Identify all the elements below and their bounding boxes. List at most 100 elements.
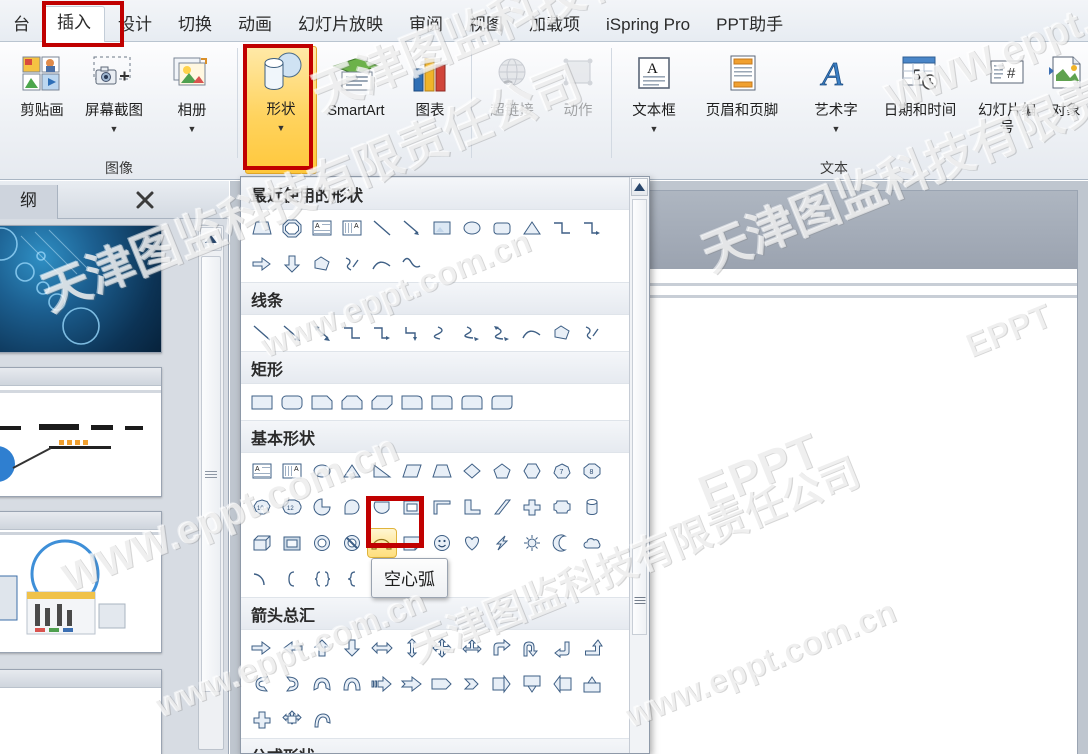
shape-folded-corner[interactable] xyxy=(397,528,427,558)
shape-quad-arrow-callout[interactable] xyxy=(277,705,307,735)
shape-scribble[interactable] xyxy=(337,249,367,279)
shape-diamond[interactable] xyxy=(457,456,487,486)
date-time-button[interactable]: 5 日期和时间 xyxy=(868,48,972,120)
shape-vertical-text-box[interactable]: A xyxy=(277,456,307,486)
shape-up-arrow[interactable] xyxy=(307,633,337,663)
shape-no-symbol[interactable] xyxy=(337,528,367,558)
shape-left-bracket[interactable] xyxy=(277,564,307,594)
shape-curved-up-arrow[interactable] xyxy=(307,669,337,699)
slide-thumbnail[interactable] xyxy=(0,367,162,497)
shape-teardrop[interactable] xyxy=(337,492,367,522)
chevron-down-icon[interactable]: ▼ xyxy=(246,123,316,134)
scrollbar-thumb[interactable] xyxy=(201,256,221,692)
shape-right-triangle[interactable] xyxy=(367,456,397,486)
shape-curved-connector[interactable] xyxy=(427,318,457,348)
shape-circular-arrow[interactable] xyxy=(307,705,337,735)
shape-freeform[interactable] xyxy=(547,318,577,348)
shape-pentagon[interactable] xyxy=(487,456,517,486)
shape-line-arrow[interactable] xyxy=(277,318,307,348)
slide-thumbnail[interactable] xyxy=(0,669,162,754)
slide-number-button[interactable]: # 幻灯片编号 xyxy=(976,48,1038,137)
chart-button[interactable]: 图表 xyxy=(394,48,466,120)
shape-rounded-rectangle[interactable] xyxy=(277,387,307,417)
shape-curved-right-arrow[interactable] xyxy=(277,669,307,699)
shape-curved-down-arrow[interactable] xyxy=(337,669,367,699)
shape-curved-double-arrow-connector[interactable] xyxy=(487,318,517,348)
shape-pie[interactable] xyxy=(307,492,337,522)
screenshot-button[interactable]: 屏幕截图 ▼ xyxy=(78,48,150,135)
tab-view[interactable]: 视图 xyxy=(456,9,516,44)
chevron-down-icon[interactable]: ▼ xyxy=(78,124,150,135)
shape-rounded-rect[interactable] xyxy=(487,213,517,243)
shape-right-arrow-callout[interactable] xyxy=(487,669,517,699)
shape-scribble[interactable] xyxy=(577,318,607,348)
shape-chord[interactable] xyxy=(367,492,397,522)
shape-round-diagonal-corner-rectangle[interactable] xyxy=(487,387,517,417)
textbox-button[interactable]: A 文本框 ▼ xyxy=(618,48,690,135)
shape-cube[interactable] xyxy=(247,528,277,558)
shape-elbow-double-arrow[interactable] xyxy=(397,318,427,348)
shape-curve[interactable] xyxy=(517,318,547,348)
outline-tab[interactable]: 纲 xyxy=(0,185,58,219)
shape-block-arc[interactable] xyxy=(367,528,397,558)
shape-vertical-text-box[interactable]: A xyxy=(337,213,367,243)
shape-half-frame[interactable] xyxy=(427,492,457,522)
shape-line[interactable] xyxy=(367,213,397,243)
tab-ppt-helper[interactable]: PPT助手 xyxy=(703,9,796,44)
shape-cylinder[interactable] xyxy=(577,492,607,522)
shape-snip-and-round-single-corner-rectangle[interactable] xyxy=(397,387,427,417)
shape-parallelogram[interactable] xyxy=(397,456,427,486)
shape-octagon[interactable]: 8 xyxy=(577,456,607,486)
shape-line-double-arrow[interactable] xyxy=(307,318,337,348)
shape-moon[interactable] xyxy=(547,528,577,558)
shape-diagonal-stripe[interactable] xyxy=(487,492,517,522)
smartart-button[interactable]: SmartArt xyxy=(320,48,392,120)
shape-double-brace[interactable] xyxy=(307,564,337,594)
shape-chevron[interactable] xyxy=(457,669,487,699)
header-footer-button[interactable]: 页眉和页脚 xyxy=(690,48,794,120)
shape-left-arrow[interactable] xyxy=(277,633,307,663)
shape-text-box-a[interactable]: A xyxy=(307,213,337,243)
shape-left-right-arrow[interactable] xyxy=(367,633,397,663)
gallery-scrollbar[interactable] xyxy=(629,177,649,753)
shape-octagon-ring[interactable] xyxy=(277,213,307,243)
shape-arc[interactable] xyxy=(247,564,277,594)
shape-pentagon-arrow[interactable] xyxy=(427,669,457,699)
shape-dodecagon[interactable]: 12 xyxy=(277,492,307,522)
action-button[interactable]: 动作 xyxy=(542,48,614,120)
shape-up-down-arrow[interactable] xyxy=(397,633,427,663)
shape-trapezoid[interactable] xyxy=(427,456,457,486)
tab-transitions[interactable]: 切换 xyxy=(165,9,225,44)
shape-snip-diagonal-corner-rectangle[interactable] xyxy=(367,387,397,417)
tab-ispring-pro[interactable]: iSpring Pro xyxy=(593,9,703,44)
shape-frame[interactable] xyxy=(397,492,427,522)
close-pane-button[interactable] xyxy=(123,185,167,215)
shape-heart[interactable] xyxy=(457,528,487,558)
shape-left-brace[interactable] xyxy=(337,564,367,594)
shape-bent-up-arrow[interactable] xyxy=(577,633,607,663)
scroll-up-button[interactable] xyxy=(200,227,222,251)
photo-album-button[interactable]: 相册 ▼ xyxy=(156,48,228,135)
chevron-down-icon[interactable]: ▼ xyxy=(156,124,228,135)
shape-striped-right-arrow[interactable] xyxy=(367,669,397,699)
gallery-scrollbar-track[interactable] xyxy=(632,199,647,635)
shape-text-box-a[interactable]: A xyxy=(247,456,277,486)
shape-notched-right-arrow[interactable] xyxy=(397,669,427,699)
shape-four-way-arrow[interactable] xyxy=(427,633,457,663)
shape-oval[interactable] xyxy=(457,213,487,243)
slide-thumbnail[interactable] xyxy=(0,511,162,653)
gallery-scroll-up-button[interactable] xyxy=(631,178,648,196)
object-button[interactable]: 对象 xyxy=(1038,48,1088,120)
shape-plaque[interactable] xyxy=(547,492,577,522)
tab-backstage[interactable]: 台 xyxy=(0,9,43,44)
shape-triangle[interactable] xyxy=(517,213,547,243)
shape-snip-same-side-corner-rectangle[interactable] xyxy=(337,387,367,417)
shape-round-single-corner-rectangle[interactable] xyxy=(427,387,457,417)
shape-snip-single-corner-rectangle[interactable] xyxy=(307,387,337,417)
shape-line-arrow[interactable] xyxy=(397,213,427,243)
wordart-button[interactable]: A 艺术字 ▼ xyxy=(800,48,872,135)
hyperlink-button[interactable]: 超链接 xyxy=(476,48,548,120)
shape-down-arrow[interactable] xyxy=(337,633,367,663)
tab-insert[interactable]: 插入 xyxy=(43,6,105,44)
shape-sun[interactable] xyxy=(517,528,547,558)
